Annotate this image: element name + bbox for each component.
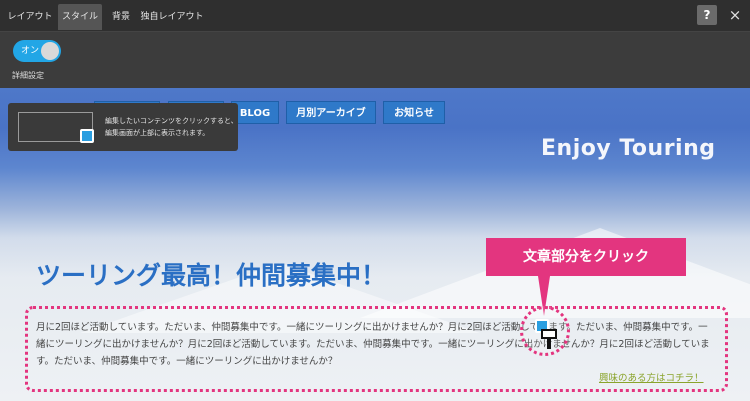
help-tooltip: 編集したいコンテンツをクリックすると、 編集画面が上部に表示されます。 bbox=[8, 103, 238, 151]
interest-link[interactable]: 興味のある方はコチラ！ bbox=[599, 370, 704, 384]
page-heading[interactable]: ツーリング最高！仲間募集中！ bbox=[36, 256, 386, 292]
cursor-icon bbox=[80, 129, 94, 143]
tooltip-text: 編集したいコンテンツをクリックすると、 bbox=[105, 117, 238, 125]
style-settings-panel: オン 詳細設定 bbox=[0, 32, 750, 88]
help-button[interactable]: ? bbox=[697, 5, 717, 25]
click-indicator bbox=[520, 306, 570, 356]
nav-news[interactable]: お知らせ bbox=[383, 101, 445, 124]
tab-custom-layout[interactable]: 独自レイアウト bbox=[140, 4, 204, 30]
close-button[interactable]: × bbox=[725, 5, 745, 25]
toggle-on-label: オン bbox=[21, 46, 40, 56]
tab-layout[interactable]: レイアウト bbox=[6, 4, 54, 30]
instruction-callout: 文章部分をクリック bbox=[486, 238, 686, 276]
site-preview: BLOG 月別アーカイブ お知らせ Enjoy Touring 編集したいコンテ… bbox=[0, 88, 750, 401]
detail-settings-label: 詳細設定 bbox=[12, 71, 44, 80]
nav-blog[interactable]: BLOG bbox=[231, 101, 279, 124]
tab-background[interactable]: 背景 bbox=[106, 4, 136, 30]
toggle-knob bbox=[41, 42, 59, 60]
nav-monthly-archive[interactable]: 月別アーカイブ bbox=[286, 101, 376, 124]
paint-roller-handle bbox=[547, 339, 551, 349]
tooltip-text: 編集画面が上部に表示されます。 bbox=[105, 129, 210, 137]
paint-roller-icon bbox=[541, 329, 557, 339]
editor-toolbar: レイアウト スタイル 背景 独自レイアウト ? × bbox=[0, 0, 750, 32]
site-title: Enjoy Touring bbox=[541, 136, 716, 161]
body-text[interactable]: 月に2回ほど活動しています。ただいま、仲間募集中です。一緒にツーリングに出かけま… bbox=[36, 319, 716, 370]
tab-style[interactable]: スタイル bbox=[58, 4, 102, 30]
detail-settings-toggle[interactable]: オン bbox=[13, 40, 61, 62]
